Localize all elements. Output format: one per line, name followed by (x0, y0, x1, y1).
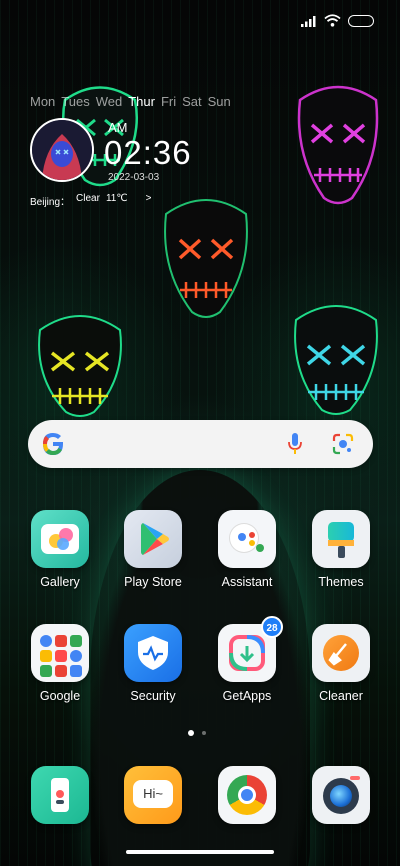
app-label: GetApps (222, 689, 272, 703)
chrome-icon (218, 766, 276, 824)
app-label: Gallery (40, 575, 80, 589)
page-dot-current (188, 730, 194, 736)
security-shield-icon (124, 624, 182, 682)
pink-mask-image (297, 85, 379, 205)
app-security[interactable]: Security (113, 624, 193, 703)
app-label: Google (39, 689, 81, 703)
app-label: Security (130, 689, 176, 703)
am-pm-label: AM (108, 120, 128, 135)
google-folder-icon (31, 624, 89, 682)
avatar-hooded-figure-icon (32, 120, 92, 180)
wifi-icon (324, 14, 341, 27)
notification-badge: 28 (261, 616, 283, 638)
weather-line[interactable]: Beijing： Clear 11℃ > (30, 193, 151, 208)
weekday-label: Sun (207, 94, 231, 109)
weekday-label: Mon (30, 94, 56, 109)
app-google-folder[interactable]: Google (20, 624, 100, 703)
weekday-label: Thur (128, 94, 155, 109)
home-indicator[interactable] (126, 850, 274, 854)
weather-temperature: 11℃ (105, 193, 128, 204)
camera-icon (312, 766, 370, 824)
app-play-store[interactable]: Play Store (113, 510, 193, 589)
avatar[interactable] (30, 118, 94, 182)
app-assistant[interactable]: Assistant (207, 510, 287, 589)
clock-date: 2022-03-03 (108, 172, 160, 183)
mic-icon[interactable] (287, 432, 303, 456)
red-mask-image (164, 199, 248, 318)
weekday-label: Fri (160, 94, 177, 109)
app-label: Assistant (221, 575, 273, 589)
weekday-label: Wed (95, 94, 123, 109)
weekday-label: Tues (61, 94, 90, 109)
page-indicator[interactable] (188, 730, 206, 736)
dock-camera[interactable] (301, 766, 381, 824)
chevron-right-icon: > (145, 193, 152, 204)
signal-icon (301, 15, 316, 27)
messages-bubble-text: Hi~ (133, 780, 173, 808)
play-store-icon (124, 510, 182, 568)
google-search-bar[interactable] (28, 420, 373, 468)
google-g-icon (43, 433, 63, 455)
status-bar (301, 14, 374, 27)
dock-phone[interactable] (20, 766, 100, 824)
app-label: Play Store (124, 575, 182, 589)
app-label: Cleaner (319, 689, 363, 703)
battery-icon (348, 14, 374, 27)
messages-icon: Hi~ (124, 766, 182, 824)
weather-condition: Clear (76, 193, 100, 204)
lens-icon[interactable] (331, 432, 355, 456)
cyan-mask-image (294, 305, 378, 415)
assistant-icon (218, 510, 276, 568)
app-gallery[interactable]: Gallery (20, 510, 100, 589)
dock-messages[interactable]: Hi~ (113, 766, 193, 824)
phone-app-icon (31, 766, 89, 824)
weather-city: Beijing： (30, 197, 71, 208)
app-cleaner[interactable]: Cleaner (301, 624, 381, 703)
app-themes[interactable]: Themes (301, 510, 381, 589)
weekday-label: Sat (182, 94, 202, 109)
app-getapps[interactable]: 28 GetApps (207, 616, 287, 703)
app-label: Themes (318, 575, 364, 589)
themes-brush-icon (312, 510, 370, 568)
cleaner-brush-icon (312, 624, 370, 682)
gallery-icon (31, 510, 89, 568)
dock-chrome[interactable] (207, 766, 287, 824)
weekday-row: Mon Tues Wed Thur Fri Sat Sun (30, 94, 231, 109)
page-dot (202, 731, 206, 735)
yellow-mask-image (38, 315, 122, 417)
clock-time[interactable]: 02:36 (104, 134, 192, 172)
